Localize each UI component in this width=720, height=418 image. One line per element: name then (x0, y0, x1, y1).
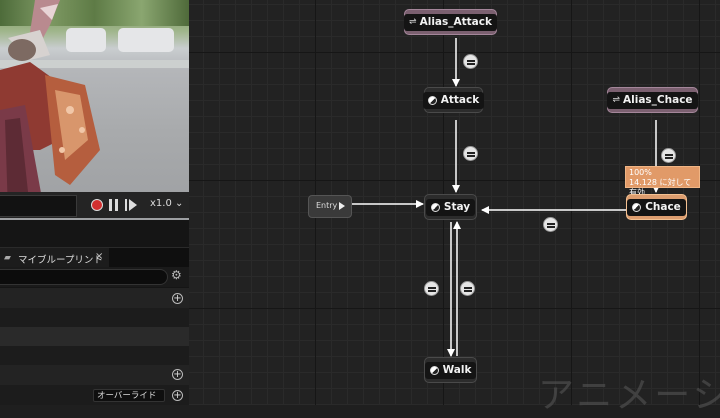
override-dropdown[interactable]: オーバーライド ⌄ (93, 389, 165, 405)
node-label: Walk (442, 364, 472, 376)
tab-my-blueprint[interactable]: ▰ マイブループリント × (0, 248, 109, 268)
speed-label: x1.0 (150, 198, 172, 209)
node-walk[interactable]: Walk (424, 357, 477, 383)
node-alias-chace[interactable]: ⇌ Alias_Chace (607, 87, 698, 113)
category-row[interactable]: + (0, 288, 189, 308)
node-attack[interactable]: Attack (422, 87, 485, 113)
entry-node[interactable]: Entry (308, 195, 352, 218)
category-row[interactable]: + (0, 365, 189, 385)
override-label: オーバーライド (97, 391, 157, 401)
node-label: Stay (443, 201, 471, 213)
state-icon (429, 365, 439, 375)
folder-icon: ▰ (4, 253, 11, 263)
transition-icon[interactable] (460, 281, 475, 296)
state-icon (632, 202, 642, 212)
node-stay[interactable]: Stay (424, 194, 477, 220)
list-row (0, 308, 189, 327)
state-icon (427, 95, 437, 105)
node-label: Alias_Chace (623, 94, 693, 106)
viewport-field[interactable] (0, 195, 77, 217)
preview-viewport[interactable] (0, 0, 189, 220)
close-icon[interactable]: × (95, 251, 103, 262)
node-label: Chace (645, 201, 681, 213)
alias-icon: ⇌ (612, 95, 621, 105)
add-icon[interactable]: + (172, 293, 183, 304)
node-chace-active[interactable]: Chace (626, 194, 687, 220)
tab-label: マイブループリント (18, 255, 103, 266)
state-icon (430, 202, 440, 212)
add-icon[interactable]: + (172, 369, 183, 380)
node-label: Alias_Attack (419, 16, 492, 28)
pause-icon[interactable] (109, 199, 119, 211)
node-label: Attack (440, 94, 480, 106)
alias-icon: ⇌ (409, 17, 417, 27)
transition-icon[interactable] (463, 54, 478, 69)
search-input[interactable] (0, 269, 168, 285)
tab-bar: ▰ マイブループリント × (0, 247, 189, 268)
gear-icon[interactable]: ⚙ (171, 268, 182, 282)
search-row: ⚙ (0, 267, 189, 287)
exec-pin-icon[interactable] (339, 202, 345, 210)
left-panel: x1.0 ⌄ ▰ マイブループリント × ⚙ + + + オーバーライド ⌄ (0, 0, 189, 405)
playback-speed-dropdown[interactable]: x1.0 ⌄ (150, 198, 183, 209)
step-forward-icon[interactable] (125, 199, 137, 211)
transition-icon[interactable] (661, 148, 676, 163)
list-row (0, 346, 189, 365)
transition-icon[interactable] (424, 281, 439, 296)
node-alias-attack[interactable]: ⇌ Alias_Attack (404, 9, 497, 35)
state-machine-graph[interactable]: ⇌ Alias_Attack Attack ⇌ Alias_Chace Entry … (189, 0, 720, 416)
list-row (0, 327, 189, 346)
entry-label: Entry (316, 201, 338, 210)
transition-icon[interactable] (543, 217, 558, 232)
record-icon[interactable] (91, 199, 103, 211)
transition-icon[interactable] (463, 146, 478, 161)
chevron-down-icon: ⌄ (175, 198, 184, 209)
transition-tooltip: 100% 14.128 に対して有効 (625, 166, 700, 197)
graph-watermark: アニメーシ (538, 375, 720, 416)
add-icon[interactable]: + (172, 390, 183, 401)
tooltip-percent: 100% (629, 168, 652, 177)
character-figure (0, 0, 100, 215)
